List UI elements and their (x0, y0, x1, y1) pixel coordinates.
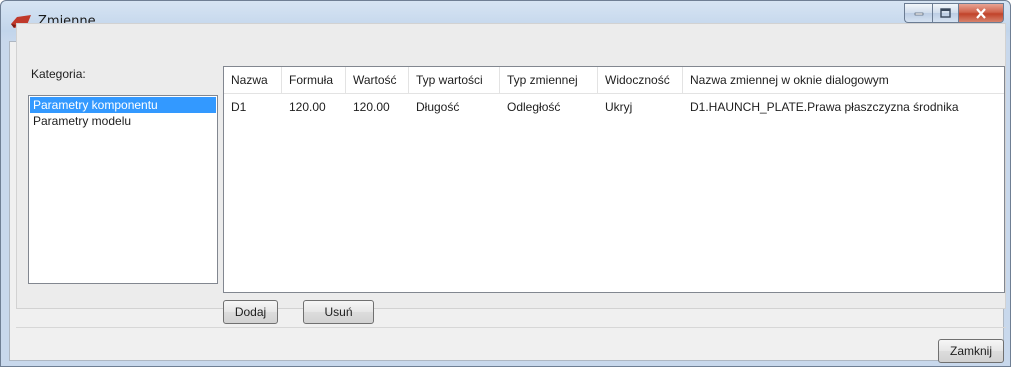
table-row[interactable]: D1 120.00 120.00 Długość Odległość Ukryj… (224, 94, 1004, 120)
remove-button[interactable]: Usuń (303, 300, 374, 324)
footer-divider (16, 327, 1006, 328)
close-window-button[interactable] (959, 3, 1004, 23)
minimize-button[interactable] (904, 3, 932, 23)
close-icon (976, 7, 986, 19)
cell-variable-type[interactable]: Odległość (500, 94, 598, 120)
close-button[interactable]: Zamknij (938, 339, 1004, 363)
column-header-formula[interactable]: Formuła (282, 67, 346, 93)
table-header: Nazwa Formuła Wartość Typ wartości Typ z… (224, 67, 1004, 94)
cell-value-type[interactable]: Długość (409, 94, 500, 120)
variables-table[interactable]: Nazwa Formuła Wartość Typ wartości Typ z… (223, 66, 1005, 293)
cell-formula[interactable]: 120.00 (282, 94, 346, 120)
category-list[interactable]: Parametry komponentu Parametry modelu (28, 95, 218, 284)
category-label: Kategoria: (31, 67, 86, 81)
cell-name[interactable]: D1 (224, 94, 282, 120)
category-item-component-parameters[interactable]: Parametry komponentu (30, 97, 216, 113)
column-header-visibility[interactable]: Widoczność (598, 67, 683, 93)
column-header-variable-type[interactable]: Typ zmiennej (500, 67, 598, 93)
add-button[interactable]: Dodaj (223, 300, 278, 324)
column-header-value-type[interactable]: Typ wartości (409, 67, 500, 93)
column-header-dialog-name[interactable]: Nazwa zmiennej w oknie dialogowym (683, 67, 1004, 93)
column-header-name[interactable]: Nazwa (224, 67, 282, 93)
maximize-button[interactable] (932, 3, 959, 23)
minimize-icon (914, 12, 923, 16)
cell-visibility[interactable]: Ukryj (598, 94, 683, 120)
cell-value[interactable]: 120.00 (346, 94, 409, 120)
maximize-icon (940, 8, 951, 18)
cell-dialog-name[interactable]: D1.HAUNCH_PLATE.Prawa płaszczyzna środni… (683, 94, 1004, 120)
category-item-model-parameters[interactable]: Parametry modelu (30, 113, 216, 129)
window-controls (904, 3, 1004, 23)
variables-window: Zmienne Kategoria: Parametry komponentu … (0, 0, 1011, 367)
column-header-value[interactable]: Wartość (346, 67, 409, 93)
